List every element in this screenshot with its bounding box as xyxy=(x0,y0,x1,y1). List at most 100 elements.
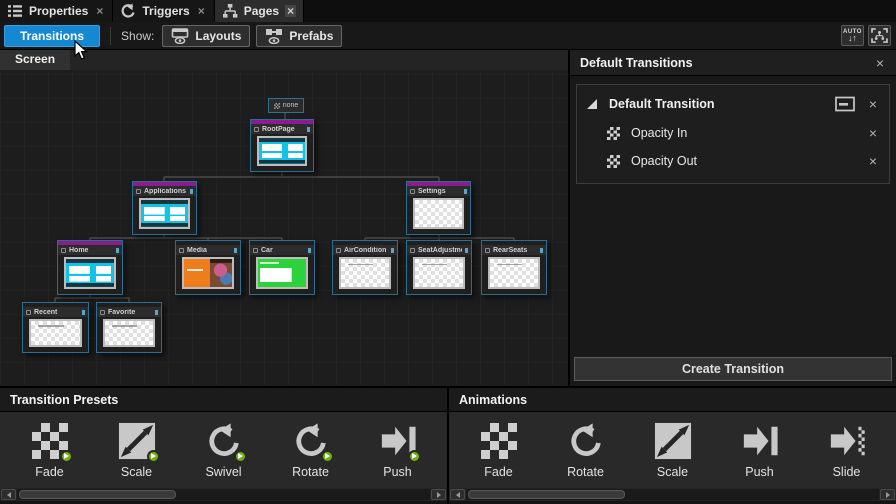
item-label: Fade xyxy=(484,465,513,479)
arrow-left-icon xyxy=(456,492,460,498)
page-icon xyxy=(136,189,141,194)
tab-triggers[interactable]: Triggers × xyxy=(113,0,214,22)
page-icon xyxy=(253,248,258,253)
horizontal-scrollbar[interactable] xyxy=(0,488,447,501)
page-graph-canvas[interactable]: none RootPage Applications Settings Home Medi… xyxy=(0,50,570,386)
node-rearseats[interactable]: RearSeats xyxy=(481,240,547,295)
page-icon xyxy=(254,127,259,132)
auto-arrows-icon: ↓↑ xyxy=(848,34,857,43)
prefabs-button[interactable]: Prefabs xyxy=(256,25,342,47)
scrollbar-thumb[interactable] xyxy=(468,490,625,499)
play-badge-icon xyxy=(234,450,247,463)
horizontal-scrollbar[interactable] xyxy=(449,488,896,501)
item-label: Scale xyxy=(121,465,152,479)
item-label: Scale xyxy=(657,465,688,479)
icon-wrap xyxy=(379,422,417,460)
layouts-button[interactable]: Layouts xyxy=(162,25,250,47)
node-label: RearSeats xyxy=(493,247,537,254)
node-label: Recent xyxy=(34,309,79,316)
mouse-cursor xyxy=(74,40,89,61)
transition-card-icon[interactable] xyxy=(835,96,855,112)
scroll-left-button[interactable] xyxy=(1,489,16,500)
node-car[interactable]: Car xyxy=(249,240,315,295)
expander-icon[interactable] xyxy=(587,99,597,109)
node-recent[interactable]: Recent xyxy=(22,302,89,353)
node-transition-indicator xyxy=(116,248,119,253)
remove-item-icon[interactable]: × xyxy=(867,154,879,168)
node-rootpage[interactable]: RootPage xyxy=(250,119,314,172)
slide-icon xyxy=(828,422,866,460)
scroll-left-button[interactable] xyxy=(450,489,465,500)
animation-rotate[interactable]: Rotate xyxy=(546,422,626,479)
fit-view-button[interactable] xyxy=(868,25,891,46)
page-thumbnail xyxy=(413,198,464,229)
animation-push[interactable]: Push xyxy=(720,422,800,479)
scale-icon xyxy=(654,422,692,460)
preset-swivel[interactable]: Swivel xyxy=(184,422,264,479)
node-home[interactable]: Home xyxy=(57,240,123,295)
tab-close-icon[interactable]: × xyxy=(196,5,207,17)
transition-item-opacity-in[interactable]: Opacity In× xyxy=(577,119,889,147)
node-settings[interactable]: Settings xyxy=(406,181,471,235)
preset-rotate[interactable]: Rotate xyxy=(271,422,351,479)
close-panel-icon[interactable]: × xyxy=(874,56,886,70)
scrollbar-track[interactable] xyxy=(466,489,879,500)
transition-presets-panel: Transition Presets FadeScaleSwivelRotate… xyxy=(0,388,449,504)
page-icon xyxy=(410,189,415,194)
preset-fade[interactable]: Fade xyxy=(10,422,90,479)
fade-icon xyxy=(481,423,517,459)
pages-icon xyxy=(222,3,238,19)
transition-item-label: Opacity Out xyxy=(631,154,856,168)
page-thumbnail xyxy=(488,257,540,289)
tab-close-icon[interactable]: × xyxy=(285,5,296,17)
toolbar-separator xyxy=(110,27,111,45)
page-thumbnail xyxy=(103,319,155,347)
bottom-panels: Transition Presets FadeScaleSwivelRotate… xyxy=(0,386,896,504)
screen-tab[interactable]: Screen xyxy=(0,50,70,70)
node-label: RootPage xyxy=(262,126,304,133)
animation-slide[interactable]: Slide xyxy=(807,422,887,479)
node-transition-indicator xyxy=(155,310,158,315)
node-favorite[interactable]: Favorite xyxy=(96,302,162,353)
icon-wrap xyxy=(828,422,866,460)
arrow-right-icon xyxy=(437,492,441,498)
preset-scale[interactable]: Scale xyxy=(97,422,177,479)
remove-item-icon[interactable]: × xyxy=(867,126,879,140)
push-icon xyxy=(741,422,779,460)
node-applications[interactable]: Applications xyxy=(132,181,197,235)
layouts-label: Layouts xyxy=(195,29,241,43)
play-badge-icon xyxy=(147,450,160,463)
page-icon xyxy=(336,248,341,253)
node-transition-indicator xyxy=(234,248,237,253)
item-label: Rotate xyxy=(292,465,329,479)
preset-push[interactable]: Push xyxy=(358,422,438,479)
scroll-right-button[interactable] xyxy=(880,489,895,500)
animation-fade[interactable]: Fade xyxy=(459,422,539,479)
node-aircondition[interactable]: AirCondition xyxy=(332,240,398,295)
animation-scale[interactable]: Scale xyxy=(633,422,713,479)
node-none[interactable]: none xyxy=(268,98,304,113)
presets-gallery: Fade Scale Swivel Rotate Push xyxy=(0,412,447,488)
node-label: SeatAdjustment xyxy=(418,247,462,254)
remove-transition-icon[interactable]: × xyxy=(867,97,879,111)
scrollbar-track[interactable] xyxy=(17,489,430,500)
page-thumbnail xyxy=(64,257,116,289)
tab-label: Triggers xyxy=(142,4,189,18)
fade-icon xyxy=(607,155,620,168)
node-media[interactable]: Media xyxy=(175,240,241,295)
item-label: Swivel xyxy=(205,465,241,479)
create-transition-button[interactable]: Create Transition xyxy=(574,357,892,381)
default-transition-header: Default Transition × xyxy=(577,89,889,119)
icon-wrap xyxy=(31,422,69,460)
tab-close-icon[interactable]: × xyxy=(94,5,105,17)
rotate-icon xyxy=(567,422,605,460)
auto-arrange-button[interactable]: AUTO ↓↑ xyxy=(841,25,864,46)
default-transition-group[interactable]: Default Transition × Opacity In×Opacity … xyxy=(576,84,890,184)
tab-properties[interactable]: Properties× xyxy=(0,0,113,22)
transition-item-opacity-out[interactable]: Opacity Out × xyxy=(577,147,889,175)
scrollbar-thumb[interactable] xyxy=(19,490,176,499)
tab-pages[interactable]: Pages× xyxy=(215,0,304,22)
node-seatadjustment[interactable]: SeatAdjustment xyxy=(406,240,472,295)
node-transition-indicator xyxy=(391,248,394,253)
scroll-right-button[interactable] xyxy=(431,489,446,500)
